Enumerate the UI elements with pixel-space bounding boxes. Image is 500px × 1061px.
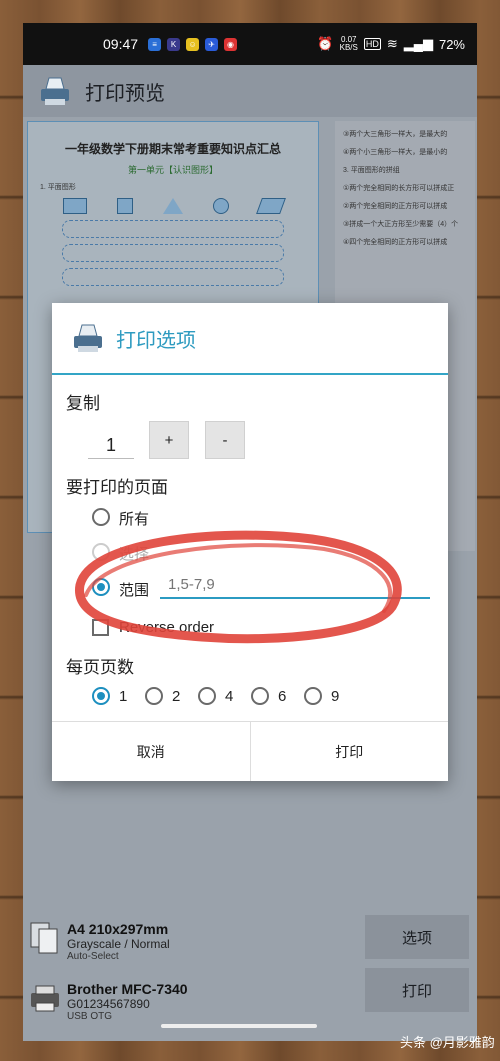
pages-per-sheet-label: 每页页数 bbox=[66, 658, 134, 677]
printer-app-icon bbox=[74, 324, 102, 352]
page2-line: ④四个完全相同的正方形可以拼成 bbox=[343, 239, 448, 246]
radio-range-label: 范围 bbox=[119, 582, 150, 599]
app-notification-icon: ◉ bbox=[224, 37, 238, 51]
watermark: 头条 @月影雅韵 bbox=[400, 1035, 495, 1050]
page1-title: 一年级数学下册期末常考重要知识点汇总 bbox=[64, 142, 281, 156]
copies-input[interactable]: 1 bbox=[88, 431, 134, 459]
range-input[interactable] bbox=[160, 571, 430, 599]
printer-icon bbox=[31, 985, 59, 1012]
per-page-label-9: 9 bbox=[331, 688, 340, 705]
rectangle-shape bbox=[63, 198, 87, 214]
paper-info: A4 210x297mm Grayscale / Normal Auto-Sel… bbox=[67, 921, 170, 962]
per-page-radio-2[interactable] bbox=[145, 687, 163, 705]
dialog-header: 打印选项 bbox=[52, 303, 448, 375]
net-speed: 0.07 KB/S bbox=[339, 35, 358, 52]
wifi-icon: ≋ bbox=[386, 36, 398, 51]
radio-all[interactable] bbox=[92, 508, 110, 526]
signal-icon: ▂▄▆ bbox=[403, 36, 433, 51]
page2-line: ③拼成一个大正方形至少需要（4）个 bbox=[343, 221, 459, 228]
cancel-button[interactable]: 取消 bbox=[52, 722, 250, 781]
dialog-footer: 取消 打印 bbox=[52, 721, 448, 781]
app-notification-icon: ✈ bbox=[205, 37, 219, 51]
printer-info: Brother MFC-7340 G01234567890 USB OTG bbox=[67, 981, 188, 1022]
per-page-label-6: 6 bbox=[278, 688, 287, 705]
per-page-radio-9[interactable] bbox=[304, 687, 322, 705]
square-shape bbox=[117, 198, 133, 214]
reverse-order-label: Reverse order bbox=[119, 619, 215, 636]
app-notification-icon: ☺ bbox=[186, 37, 200, 51]
per-page-label-1: 1 bbox=[119, 688, 128, 705]
printer-name: Brother MFC-7340 bbox=[67, 981, 188, 997]
page1-section: 第一单元【认识图形】 bbox=[127, 165, 218, 175]
shape-row bbox=[48, 198, 298, 214]
printer-serial: G01234567890 bbox=[67, 997, 150, 1011]
copies-increment-button[interactable]: + bbox=[149, 421, 189, 459]
page2-line: ③两个大三角形一样大，是最大的 bbox=[343, 131, 448, 138]
paper-size: A4 210x297mm bbox=[67, 921, 169, 937]
circle-shape bbox=[213, 198, 229, 214]
paper-mode: Grayscale / Normal bbox=[67, 937, 170, 951]
paper-select: Auto-Select bbox=[67, 951, 119, 962]
radio-selection[interactable] bbox=[92, 543, 110, 561]
parallelogram-shape bbox=[256, 198, 286, 214]
hd-badge: HD bbox=[363, 38, 381, 50]
per-page-radio-4[interactable] bbox=[198, 687, 216, 705]
print-options-dialog: 打印选项 复制 1 + - 要打印的页面 所有 选择 范围 Reverse or… bbox=[52, 303, 448, 781]
print-button[interactable]: 打印 bbox=[365, 968, 469, 1012]
radio-all-label: 所有 bbox=[119, 511, 150, 528]
app-notification-icon: K bbox=[167, 37, 181, 51]
dialog-title: 打印选项 bbox=[116, 329, 196, 352]
status-indicators: ⏰ 0.07 KB/S HD ≋ ▂▄▆ 72% bbox=[317, 36, 465, 52]
battery-level: 72% bbox=[438, 36, 465, 52]
copies-decrement-button[interactable]: - bbox=[205, 421, 245, 459]
printer-connection: USB OTG bbox=[67, 1011, 113, 1022]
printer-info-panel: A4 210x297mm Grayscale / Normal Auto-Sel… bbox=[23, 915, 477, 1041]
copies-label: 复制 bbox=[66, 394, 100, 413]
status-bar: 09:47 ≡ K ☺ ✈ ◉ ⏰ 0.07 KB/S HD ≋ ▂▄▆ 72% bbox=[23, 23, 477, 65]
per-page-label-4: 4 bbox=[225, 688, 234, 705]
per-page-radio-6[interactable] bbox=[251, 687, 269, 705]
page1-note bbox=[62, 220, 284, 238]
page2-line: ①两个完全相同的长方形可以拼成正 bbox=[343, 185, 455, 192]
radio-range[interactable] bbox=[92, 578, 110, 596]
per-page-label-2: 2 bbox=[172, 688, 181, 705]
printer-app-icon bbox=[41, 77, 69, 105]
app-notification-icon: ≡ bbox=[148, 37, 162, 51]
page2-line: 3. 平面图形的拼组 bbox=[343, 167, 400, 174]
status-time: 09:47 bbox=[103, 36, 139, 52]
reverse-order-checkbox[interactable] bbox=[92, 619, 109, 636]
screen-title: 打印预览 bbox=[85, 82, 165, 105]
page1-note bbox=[62, 244, 284, 262]
dialog-print-button[interactable]: 打印 bbox=[249, 722, 448, 781]
alarm-icon: ⏰ bbox=[317, 36, 334, 51]
app-bar: 打印预览 bbox=[23, 65, 477, 117]
gesture-nav-bar[interactable] bbox=[161, 1024, 317, 1028]
page1-note bbox=[62, 268, 284, 286]
document-icon bbox=[30, 922, 58, 954]
page2-line: ②两个完全相同的正方形可以拼成 bbox=[343, 203, 448, 210]
pages-label: 要打印的页面 bbox=[66, 478, 168, 497]
per-page-radio-1[interactable] bbox=[92, 687, 110, 705]
options-button[interactable]: 选项 bbox=[365, 915, 469, 959]
radio-selection-label: 选择 bbox=[119, 546, 150, 563]
triangle-shape bbox=[163, 198, 183, 214]
page1-item: 1. 平面图形 bbox=[40, 184, 76, 191]
page2-line: ④两个小三角形一样大，是最小的 bbox=[343, 149, 448, 156]
